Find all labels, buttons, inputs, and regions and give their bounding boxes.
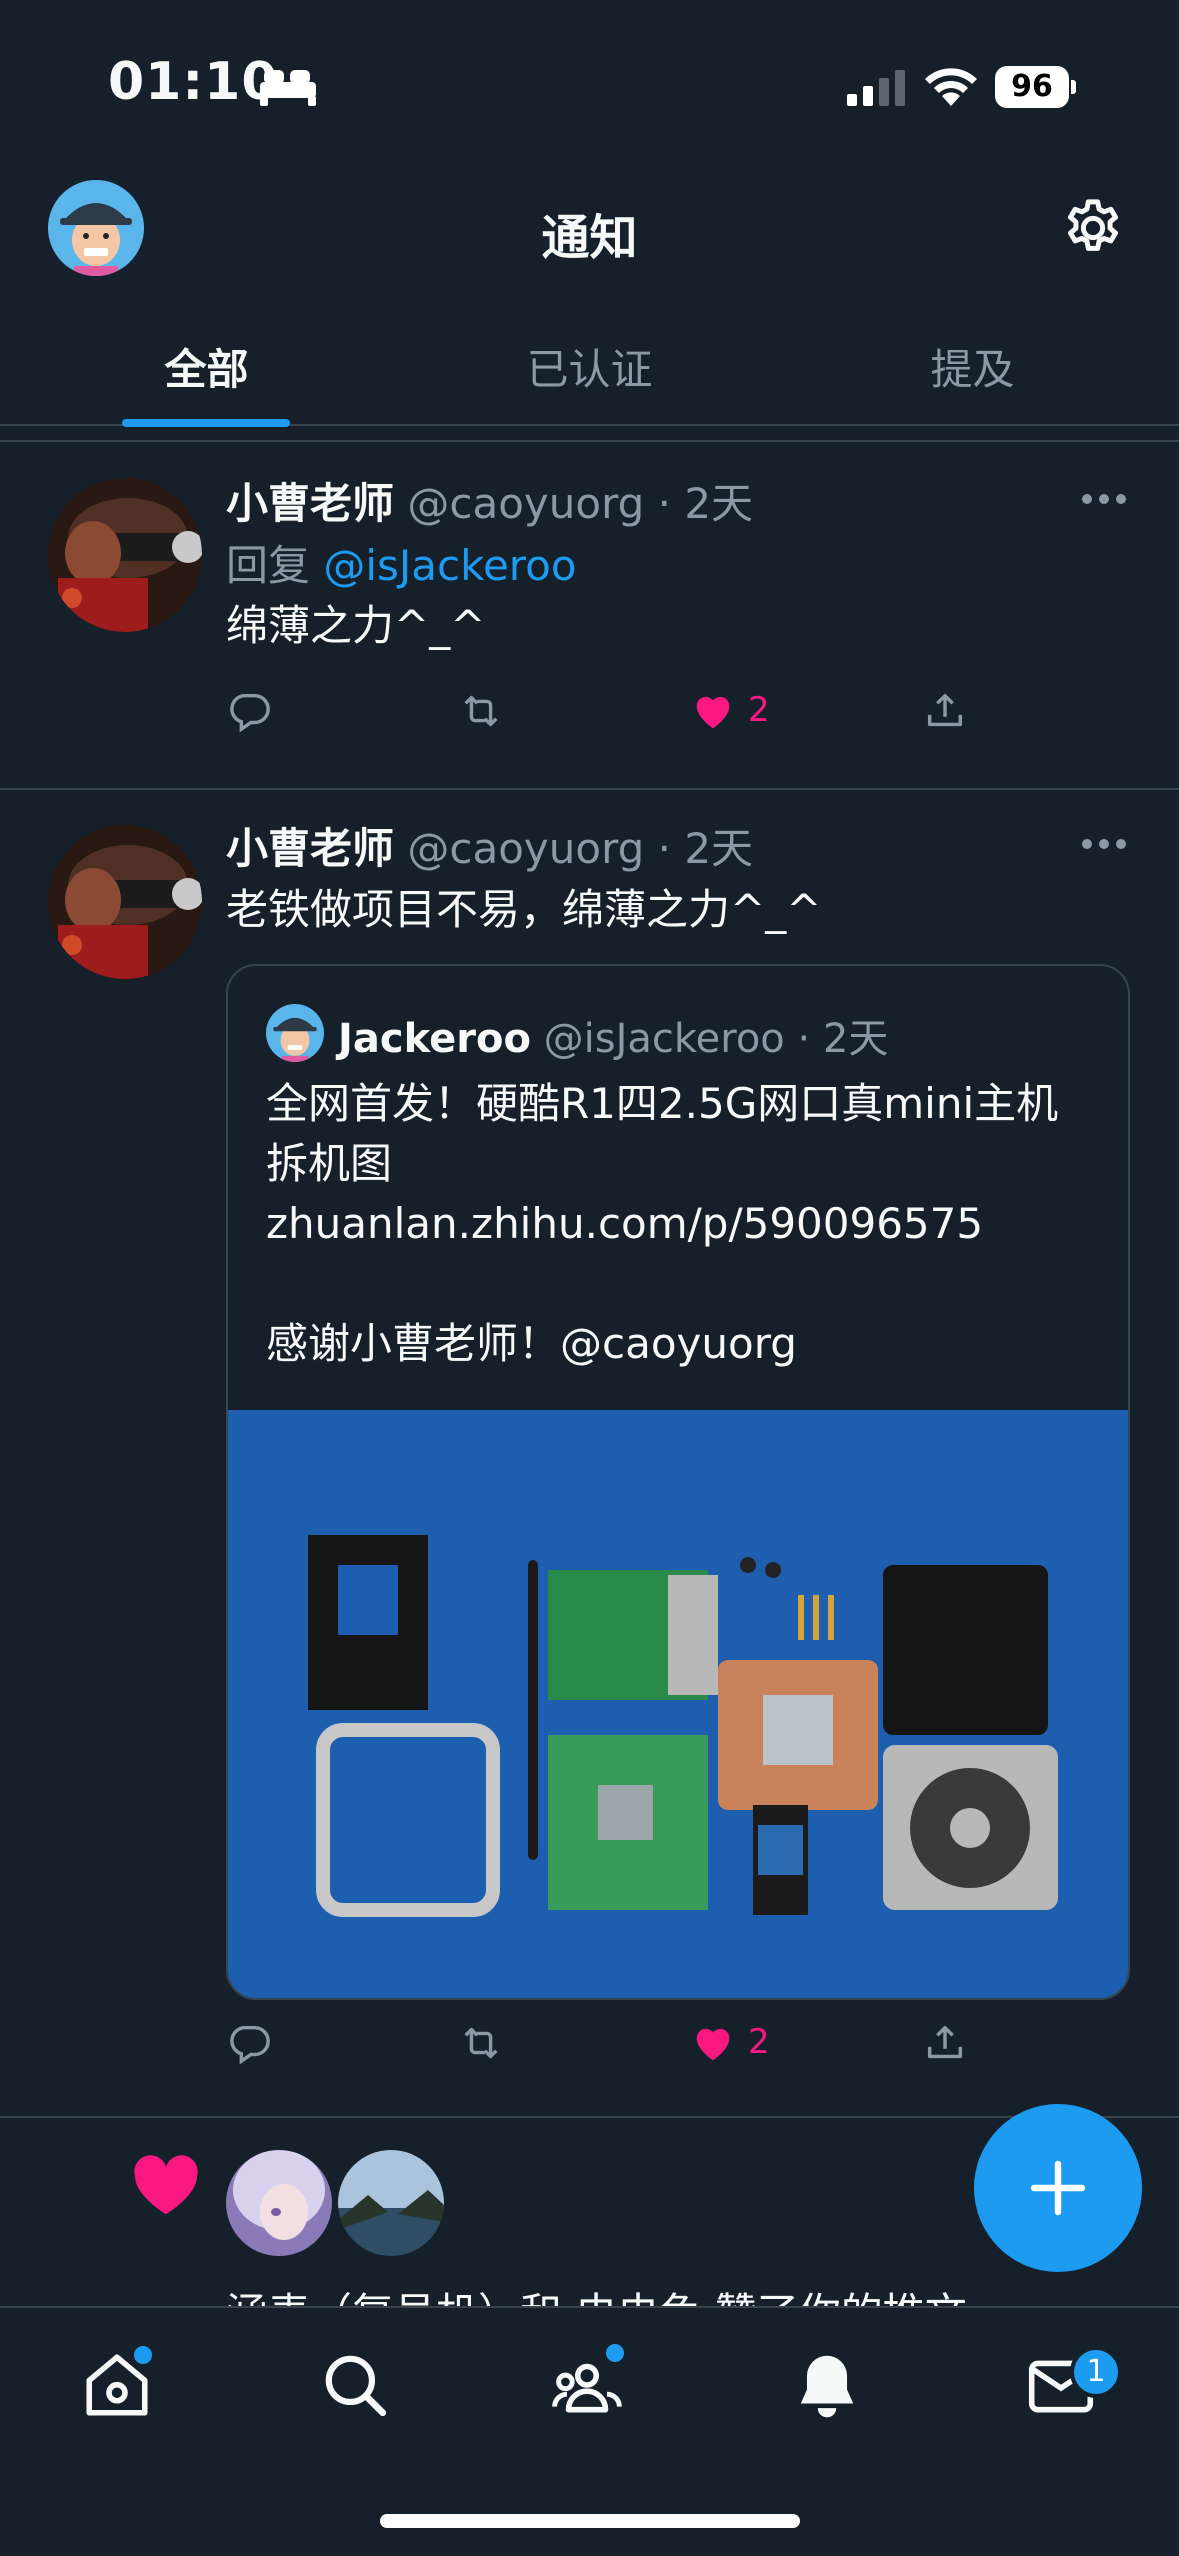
bell-filled-icon	[800, 2355, 854, 2418]
nav-communities[interactable]	[550, 2344, 634, 2432]
more-options-icon[interactable]	[1080, 492, 1128, 506]
author-name[interactable]: 小曹老师	[226, 479, 394, 528]
plus-icon	[1030, 2160, 1086, 2216]
quoted-author-avatar	[266, 1004, 324, 1062]
notification-tabs: 全部 已认证 提及	[0, 320, 1179, 427]
nav-notifications[interactable]	[790, 2348, 874, 2432]
author-name[interactable]: 小曹老师	[226, 824, 394, 873]
top-bar: 通知	[0, 170, 1179, 320]
reply-button[interactable]	[226, 688, 272, 748]
cellular-signal-icon	[847, 70, 905, 106]
status-time: 01:10	[108, 52, 279, 112]
liker-avatar[interactable]	[226, 2150, 332, 2256]
quoted-post-time: 2天	[822, 1016, 889, 1062]
retweet-icon	[464, 695, 498, 727]
quoted-author-line: Jackeroo @isJackeroo · 2天	[338, 1016, 889, 1062]
post-time: 2天	[684, 479, 754, 528]
quoted-tweet-text: 全网首发！硬酷R1四2.5G网口真mini主机 拆机图 zhuanlan.zhi…	[266, 1074, 1106, 1374]
reply-mention-link[interactable]: @isJackeroo	[323, 541, 576, 590]
author-handle[interactable]: @caoyuorg	[407, 824, 644, 873]
like-count: 2	[748, 2022, 770, 2062]
quoted-media-image[interactable]	[228, 1410, 1128, 1998]
quoted-text-line: 拆机图	[266, 1139, 393, 1188]
tab-all[interactable]: 全部	[10, 330, 403, 420]
heart-filled-icon	[696, 696, 730, 729]
reply-context: 回复 @isJackeroo	[226, 532, 577, 593]
quoted-text-line: 感谢小曹老师！@caoyuorg	[266, 1319, 797, 1368]
quoted-author-name: Jackeroo	[338, 1016, 531, 1062]
author-line: 小曹老师 @caoyuorg · 2天	[226, 479, 754, 528]
disassembled-hardware-photo	[228, 1410, 1128, 1998]
battery-indicator: 96	[995, 66, 1076, 108]
reply-icon	[230, 693, 270, 733]
share-button[interactable]	[922, 2020, 968, 2080]
cartoon-face-icon	[273, 1017, 317, 1062]
compose-tweet-button[interactable]	[974, 2104, 1142, 2272]
reply-icon	[230, 2025, 270, 2065]
quoted-tweet-card[interactable]: Jackeroo @isJackeroo · 2天 全网首发！硬酷R1四2.5G…	[226, 964, 1130, 2000]
retweet-icon	[464, 2027, 498, 2059]
post-text: 老铁做项目不易，绵薄之力^_^	[226, 885, 822, 934]
quoted-link[interactable]: zhuanlan.zhihu.com/p/590096575	[266, 1194, 1106, 1254]
page-title: 通知	[541, 210, 638, 266]
unread-dot	[134, 2346, 152, 2364]
photographer-photo	[48, 478, 202, 632]
reply-post[interactable]: 小曹老师 @caoyuorg · 2天 回复 @isJackeroo 绵薄之力^…	[0, 442, 1179, 788]
landscape-avatar-image	[338, 2150, 444, 2256]
post-actions: 2	[226, 2020, 1006, 2080]
quoted-text-line: 全网首发！硬酷R1四2.5G网口真mini主机	[266, 1079, 1059, 1128]
like-count: 2	[748, 690, 770, 730]
post-text: 绵薄之力^_^	[226, 601, 486, 650]
search-icon	[325, 2355, 387, 2417]
post-actions: 2	[226, 688, 1006, 748]
quoted-text-line	[266, 1254, 1106, 1314]
like-button[interactable]: 2	[690, 2020, 770, 2080]
tab-mentions[interactable]: 提及	[776, 330, 1169, 420]
share-icon	[927, 693, 963, 727]
nav-search[interactable]	[318, 2348, 402, 2432]
author-handle[interactable]: @caoyuorg	[407, 479, 644, 528]
retweet-button[interactable]	[458, 688, 504, 748]
reply-prefix: 回复	[226, 541, 324, 590]
share-button[interactable]	[922, 688, 968, 748]
nav-home[interactable]	[80, 2346, 164, 2432]
unread-dot	[606, 2344, 624, 2362]
home-indicator	[380, 2514, 800, 2528]
divider	[0, 788, 1179, 790]
quoted-author-handle: @isJackeroo	[543, 1016, 785, 1062]
messages-unread-badge: 1	[1070, 2346, 1122, 2398]
reply-button[interactable]	[226, 2020, 272, 2080]
retweet-button[interactable]	[458, 2020, 504, 2080]
wifi-icon	[925, 68, 977, 106]
heart-filled-icon	[134, 2155, 198, 2215]
divider	[0, 2116, 1179, 2118]
tab-verified[interactable]: 已认证	[393, 330, 786, 420]
anime-avatar-image	[226, 2150, 332, 2256]
post-time: 2天	[684, 824, 754, 873]
active-tab-indicator	[122, 419, 290, 427]
liker-avatar[interactable]	[338, 2150, 444, 2256]
author-avatar[interactable]	[48, 478, 202, 632]
photographer-photo	[48, 825, 202, 979]
heart-filled-icon	[696, 2028, 730, 2061]
author-avatar[interactable]	[48, 825, 202, 979]
status-bar: 01:10 96	[0, 0, 1179, 170]
like-button[interactable]: 2	[690, 688, 770, 748]
more-options-icon[interactable]	[1080, 837, 1128, 851]
gear-icon[interactable]	[1060, 195, 1126, 261]
battery-level: 96	[995, 66, 1069, 108]
share-icon	[927, 2025, 963, 2059]
author-line: 小曹老师 @caoyuorg · 2天	[226, 824, 754, 873]
sleep-focus-icon	[260, 70, 316, 106]
